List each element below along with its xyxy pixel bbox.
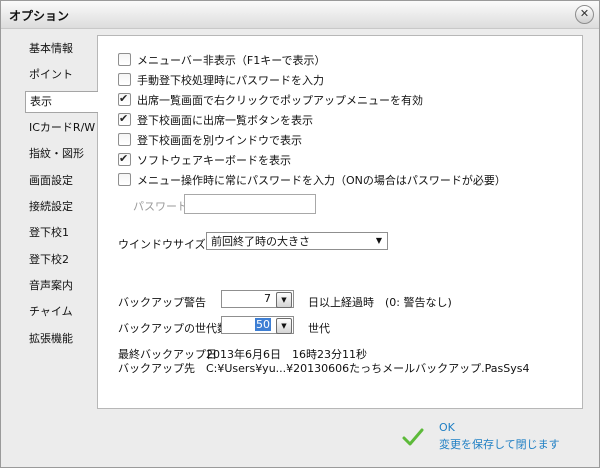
sidebar-item-connection-settings[interactable]: 接続設定 <box>20 196 98 218</box>
backup-warning-spinner[interactable]: 7 ▼ <box>221 290 294 308</box>
backup-destination-label: バックアップ先 <box>118 362 195 375</box>
option-software-keyboard[interactable]: ソフトウェアキーボードを表示 <box>118 151 291 169</box>
backup-generations-suffix: 世代 <box>308 322 330 335</box>
checkmark-icon <box>402 428 424 446</box>
option-password-manual-attendance[interactable]: 手動登下校処理時にパスワードを入力 <box>118 73 324 89</box>
option-always-password[interactable]: メニュー操作時に常にパスワードを入力（ONの場合はパスワードが必要） <box>118 173 506 189</box>
sidebar-item-screen-settings[interactable]: 画面設定 <box>20 170 98 192</box>
checkbox-checked[interactable] <box>118 151 131 167</box>
close-button[interactable]: ✕ <box>575 5 594 24</box>
backup-warning-suffix: 日以上経過時 (0: 警告なし) <box>308 296 452 309</box>
sidebar-item-extensions[interactable]: 拡張機能 <box>20 328 98 350</box>
chevron-down-icon[interactable]: ▼ <box>276 318 292 334</box>
window-size-label: ウインドウサイズ <box>118 238 206 251</box>
sidebar: 基本情報 ポイント 表示 ICカードR/W 指紋・図形 画面設定 接続設定 登下… <box>20 35 98 407</box>
ok-button[interactable]: OK 変更を保存して閉じます <box>401 421 591 457</box>
sidebar-item-basic-info[interactable]: 基本情報 <box>20 38 98 60</box>
option-show-attendance-button[interactable]: 登下校画面に出席一覧ボタンを表示 <box>118 111 313 129</box>
option-right-click-popup[interactable]: 出席一覧画面で右クリックでポップアップメニューを有効 <box>118 91 423 109</box>
chevron-down-icon: ▼ <box>375 236 383 245</box>
options-window: オプション ✕ 基本情報 ポイント 表示 ICカードR/W 指紋・図形 画面設定… <box>0 0 600 468</box>
sidebar-item-fingerprint[interactable]: 指紋・図形 <box>20 143 98 165</box>
sidebar-item-points[interactable]: ポイント <box>20 64 98 86</box>
window-title: オプション <box>9 9 70 23</box>
checkbox[interactable] <box>118 133 131 146</box>
ok-description: 変更を保存して閉じます <box>439 438 560 451</box>
close-icon: ✕ <box>579 7 590 20</box>
option-separate-window[interactable]: 登下校画面を別ウインドウで表示 <box>118 133 302 149</box>
backup-generations-label: バックアップの世代数 <box>118 322 228 335</box>
window-size-select[interactable]: 前回終了時の大きさ ▼ <box>206 232 388 250</box>
checkbox-checked[interactable] <box>118 111 131 127</box>
checkbox[interactable] <box>118 73 131 86</box>
display-settings-panel: メニューバー非表示（F1キーで表示） 手動登下校処理時にパスワードを入力 出席一… <box>97 35 583 409</box>
backup-destination-value: C:¥Users¥yu...¥20130606たっちメールバックアップ.PasS… <box>206 362 530 375</box>
ok-label: OK <box>439 421 455 434</box>
sidebar-item-attendance-1[interactable]: 登下校1 <box>20 222 98 244</box>
chevron-down-icon[interactable]: ▼ <box>276 292 292 308</box>
sidebar-item-ic-card[interactable]: ICカードR/W <box>20 117 98 139</box>
option-hide-menubar[interactable]: メニューバー非表示（F1キーで表示） <box>118 53 326 69</box>
checkbox[interactable] <box>118 173 131 186</box>
backup-generations-spinner[interactable]: 50 ▼ <box>221 316 294 334</box>
sidebar-item-attendance-2[interactable]: 登下校2 <box>20 249 98 271</box>
password-input[interactable] <box>184 194 316 214</box>
checkbox[interactable] <box>118 53 131 66</box>
sidebar-item-display[interactable]: 表示 <box>25 91 98 113</box>
sidebar-item-chime[interactable]: チャイム <box>20 301 98 323</box>
sidebar-item-voice-guide[interactable]: 音声案内 <box>20 275 98 297</box>
title-bar: オプション ✕ <box>1 1 599 29</box>
checkbox-checked[interactable] <box>118 91 131 107</box>
backup-warning-label: バックアップ警告 <box>118 296 206 309</box>
password-label: パスワード <box>133 200 188 213</box>
